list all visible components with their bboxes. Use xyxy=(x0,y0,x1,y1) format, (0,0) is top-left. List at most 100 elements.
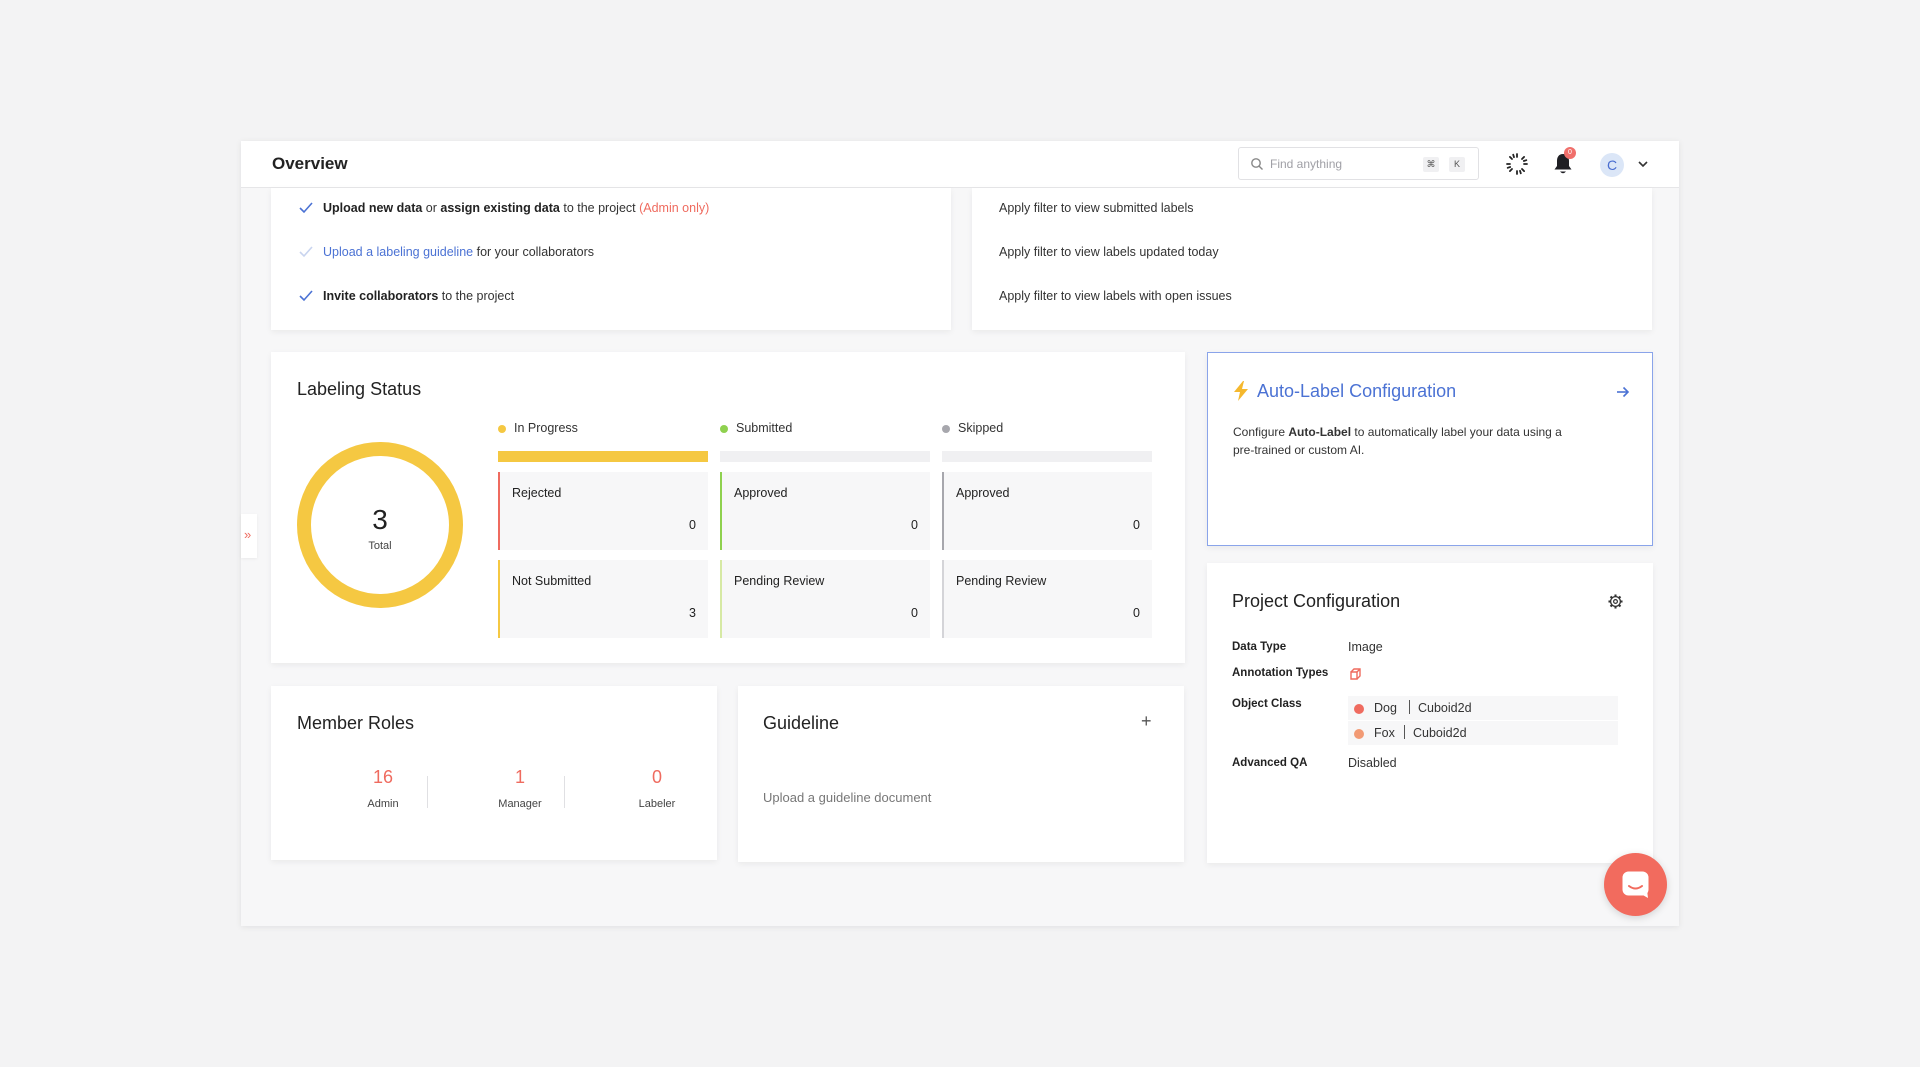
shortcut-k-key: K xyxy=(1449,157,1465,172)
role-manager[interactable]: 1 Manager xyxy=(460,767,580,810)
object-class-row: Dog Cuboid2d xyxy=(1348,696,1618,720)
stat-label: Approved xyxy=(956,486,1010,500)
gear-icon[interactable] xyxy=(1608,594,1623,609)
admin-only-note: (Admin only) xyxy=(639,201,710,215)
role-label: Admin xyxy=(367,798,399,810)
data-type-value: Image xyxy=(1348,640,1383,654)
guideline-empty-text[interactable]: Upload a guideline document xyxy=(763,790,931,805)
stat-value: 0 xyxy=(911,606,918,620)
legend-label: Skipped xyxy=(958,421,1004,435)
notification-badge: 0 xyxy=(1564,147,1576,159)
guideline-title: Guideline xyxy=(763,713,840,733)
search-box[interactable]: ⌘ K xyxy=(1238,147,1479,180)
user-avatar[interactable]: C xyxy=(1600,153,1624,177)
labeling-status-card: Labeling Status 3 Total In Progress Rejec… xyxy=(271,352,1185,663)
role-label: Manager xyxy=(498,798,542,810)
status-stat-approved[interactable]: Approved 0 xyxy=(720,472,930,550)
expand-icon: » xyxy=(244,527,252,542)
role-divider xyxy=(427,776,428,808)
data-type-label: Data Type xyxy=(1232,641,1287,653)
class-color-dot xyxy=(1354,729,1364,739)
filter-open-issues-link[interactable]: Apply filter to view labels with open is… xyxy=(999,289,1232,303)
class-name: Fox xyxy=(1374,726,1395,740)
stat-label: Approved xyxy=(734,486,788,500)
legend-dot xyxy=(942,425,950,433)
legend-label: Submitted xyxy=(736,421,793,435)
role-count: 0 xyxy=(651,767,662,787)
stat-value: 0 xyxy=(911,518,918,532)
check-icon xyxy=(299,202,313,214)
status-stat-pending-review[interactable]: Pending Review 0 xyxy=(942,560,1152,638)
for-collaborators-text: for your collaborators xyxy=(473,245,595,259)
progress-bar-fill xyxy=(498,451,708,462)
stat-value: 3 xyxy=(689,606,696,620)
stat-label: Pending Review xyxy=(734,574,825,588)
check-icon xyxy=(299,246,313,258)
legend-dot xyxy=(498,425,506,433)
role-count: 16 xyxy=(372,767,394,787)
sidebar-expand-button[interactable]: » xyxy=(241,514,257,558)
auto-label-card[interactable]: Auto-Label Configuration Configure Auto-… xyxy=(1207,352,1653,546)
desc-line2: pre-trained or custom AI. xyxy=(1233,443,1365,457)
filters-card: Apply filter to view submitted labels Ap… xyxy=(972,188,1652,330)
annotation-types-label: Annotation Types xyxy=(1232,667,1329,679)
advanced-qa-label: Advanced QA xyxy=(1232,757,1308,769)
status-stat-not-submitted[interactable]: Not Submitted 3 xyxy=(498,560,708,638)
chevron-down-icon[interactable] xyxy=(1637,158,1649,170)
labeling-status-title: Labeling Status xyxy=(297,379,422,399)
role-divider xyxy=(564,776,565,808)
filter-updated-today-link[interactable]: Apply filter to view labels updated toda… xyxy=(999,245,1219,259)
invite-collaborators-text: Invite collaborators xyxy=(323,289,439,303)
object-class-label: Object Class xyxy=(1232,698,1302,710)
legend-label: In Progress xyxy=(514,421,578,435)
upload-new-data-text: Upload new data xyxy=(323,201,423,215)
project-configuration-card: Project Configuration Data Type Image An… xyxy=(1207,563,1653,863)
auto-label-description: Configure Auto-Label to automatically la… xyxy=(1233,423,1633,459)
status-stat-pending-review[interactable]: Pending Review 0 xyxy=(720,560,930,638)
search-input[interactable] xyxy=(1270,154,1420,174)
desc-auto-label: Auto-Label xyxy=(1288,425,1352,439)
stat-label: Rejected xyxy=(512,486,562,500)
class-name: Dog xyxy=(1374,701,1397,715)
progress-bar xyxy=(942,451,1152,462)
role-labeler[interactable]: 0 Labeler xyxy=(597,767,717,810)
status-stat-approved[interactable]: Approved 0 xyxy=(942,472,1152,550)
top-bar: Overview ⌘ K 0 C xyxy=(241,141,1679,188)
loading-spinner-icon[interactable] xyxy=(1505,152,1529,176)
chat-launcher-button[interactable] xyxy=(1604,853,1667,916)
desc-line1: to automatically label your data using a xyxy=(1351,425,1562,439)
advanced-qa-value: Disabled xyxy=(1348,756,1397,770)
separator xyxy=(1404,725,1405,739)
app-window: Overview ⌘ K 0 C Uplo xyxy=(241,141,1679,926)
cuboid-icon xyxy=(1350,668,1361,680)
chat-icon xyxy=(1622,871,1649,898)
filter-submitted-link[interactable]: Apply filter to view submitted labels xyxy=(999,201,1194,215)
class-type: Cuboid2d xyxy=(1418,701,1472,715)
stat-label: Pending Review xyxy=(956,574,1047,588)
progress-bar xyxy=(498,451,708,462)
shortcut-cmd-key: ⌘ xyxy=(1423,157,1439,172)
stat-value: 0 xyxy=(1133,518,1140,532)
member-roles-card: Member Roles 16 Admin 1 Manager 0 Labele… xyxy=(271,686,717,860)
upload-guideline-link[interactable]: Upload a labeling guideline xyxy=(323,245,473,259)
labeling-total-label: Total xyxy=(368,540,392,552)
stat-value: 0 xyxy=(1133,606,1140,620)
getting-started-card: Upload new data or assign existing data … xyxy=(271,188,951,330)
stat-label: Not Submitted xyxy=(512,574,592,588)
auto-label-title[interactable]: Auto-Label Configuration xyxy=(1257,381,1456,402)
legend-dot xyxy=(720,425,728,433)
role-count: 1 xyxy=(514,767,525,787)
class-type: Cuboid2d xyxy=(1413,726,1467,740)
role-admin[interactable]: 16 Admin xyxy=(323,767,443,810)
desc-prefix: Configure xyxy=(1233,425,1289,439)
stat-value: 0 xyxy=(689,518,696,532)
to-project-text: to the project xyxy=(559,201,640,215)
labeling-total-count: 3 xyxy=(372,504,388,535)
class-color-dot xyxy=(1354,704,1364,714)
arrow-right-icon[interactable] xyxy=(1616,385,1630,399)
search-icon xyxy=(1251,158,1263,170)
guideline-card: Guideline + Upload a guideline document xyxy=(738,686,1184,862)
member-roles-title: Member Roles xyxy=(297,713,415,733)
status-stat-rejected[interactable]: Rejected 0 xyxy=(498,472,708,550)
add-guideline-button[interactable]: + xyxy=(1141,711,1152,732)
